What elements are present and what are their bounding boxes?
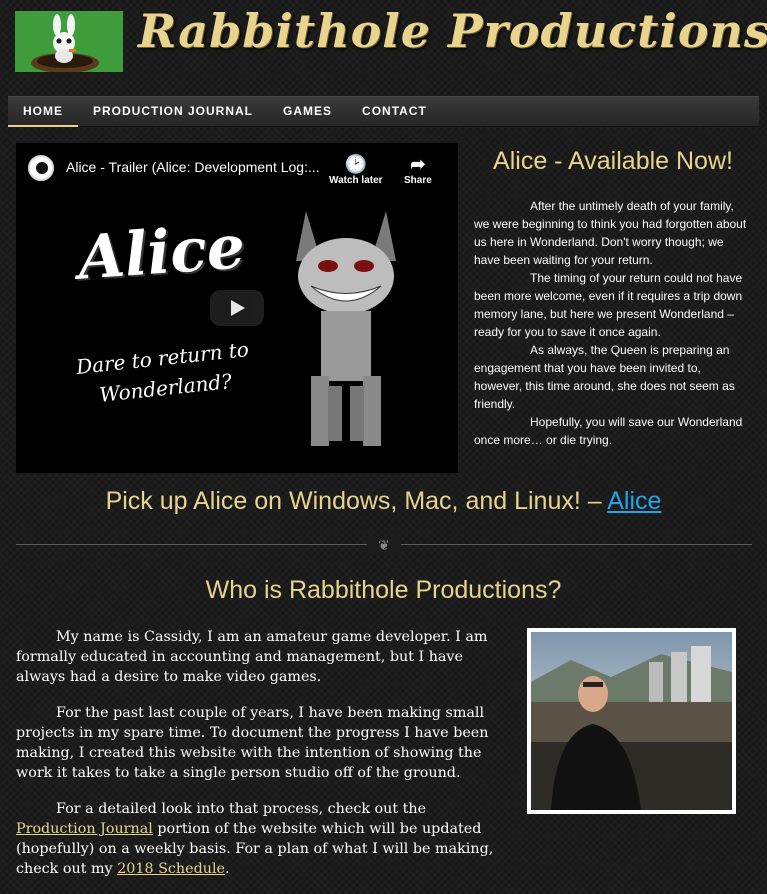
share-label: Share [404,175,432,186]
ornament-icon: ❦ [367,536,401,554]
nav-item-games[interactable]: GAMES [268,96,347,127]
play-button[interactable] [210,290,264,326]
alice-paragraph: The timing of your return could not have… [474,271,743,339]
nav-item-contact[interactable]: CONTACT [347,96,442,127]
who-paragraph: For a detailed look into that process, c… [16,799,504,879]
video-thumbnail-tagline: Dare to return to Wonderland? [74,337,250,407]
alice-description: After the untimely death of your family,… [474,197,752,449]
who-paragraph: For the past last couple of years, I hav… [16,705,489,781]
clock-icon: 🕑 [344,154,367,174]
channel-avatar-icon[interactable] [28,155,54,181]
production-journal-link[interactable]: Production Journal [16,821,153,837]
nav-item-production-journal[interactable]: PRODUCTION JOURNAL [78,96,268,127]
who-paragraph: My name is Cassidy, I am an amateur game… [16,629,488,685]
who-heading: Who is Rabbithole Productions? [205,576,562,604]
rabbit-logo-icon[interactable] [15,11,123,72]
video-thumbnail-title: Alice [75,212,248,294]
alice-paragraph: Hopefully, you will save our Wonderland … [474,415,743,447]
who-description: My name is Cassidy, I am an amateur game… [16,627,504,894]
who-text-span: For a detailed look into that process, c… [56,801,427,817]
nav-item-home[interactable]: HOME [8,96,78,127]
share-button[interactable]: ➦ Share [404,153,432,186]
schedule-link[interactable]: 2018 Schedule [117,861,225,877]
alice-link[interactable]: Alice [607,487,661,515]
pickup-line: Pick up Alice on Windows, Mac, and Linux… [0,487,767,516]
alice-heading: Alice - Available Now! [493,147,733,175]
watch-later-button[interactable]: 🕑 Watch later [329,153,383,186]
profile-photo-frame [527,628,736,814]
alice-paragraph: After the untimely death of your family,… [474,199,747,267]
pickup-text: Pick up Alice on Windows, Mac, and Linux… [105,487,608,515]
watch-later-label: Watch later [329,175,383,186]
who-text-span: . [224,861,230,877]
alice-paragraph: As always, the Queen is preparing an eng… [474,343,735,411]
video-player[interactable]: Alice - Trailer (Alice: Development Log:… [16,143,458,473]
cheshire-cat-image [296,211,396,446]
site-header: Rabbithole Productions [0,0,767,86]
main-nav: HOME PRODUCTION JOURNAL GAMES CONTACT [8,96,759,127]
video-title[interactable]: Alice - Trailer (Alice: Development Log:… [66,159,320,175]
profile-photo [531,632,732,810]
share-icon: ➦ [410,154,426,174]
site-title[interactable]: Rabbithole Productions [138,4,767,58]
